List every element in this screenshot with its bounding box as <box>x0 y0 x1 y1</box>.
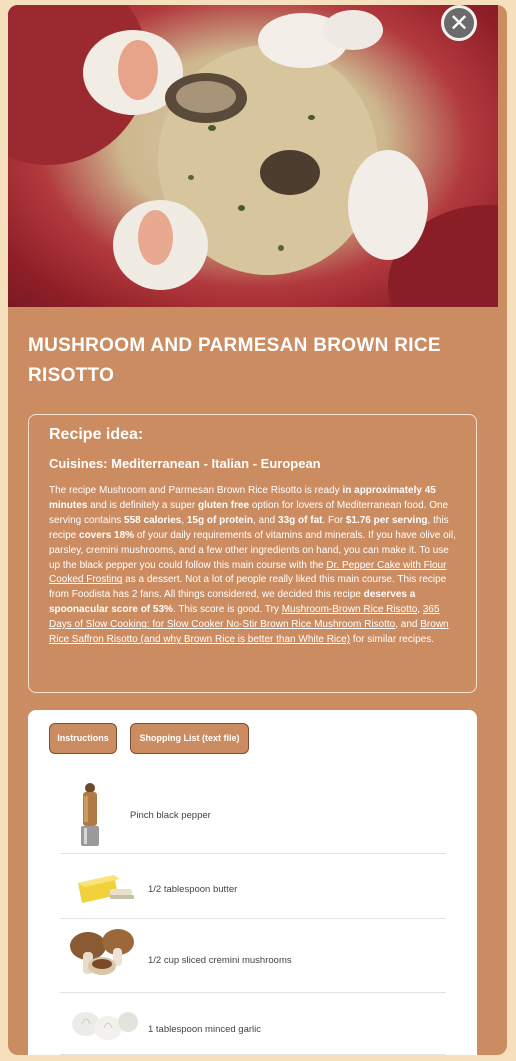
related-recipe-link[interactable]: Mushroom-Brown Rice Risotto <box>282 604 418 615</box>
summary-highlight: 558 calories <box>124 514 182 526</box>
close-icon: ✕ <box>448 9 470 37</box>
recipe-modal: ✕ MUSHROOM AND PARMESAN BROWN RICE RISOT… <box>8 5 507 1055</box>
garlic-image <box>72 1012 138 1040</box>
ingredient-label: 1/2 tablespoon butter <box>148 884 238 895</box>
shopping-list-button[interactable]: Shopping List (text file) <box>130 723 249 754</box>
recipe-title: MUSHROOM AND PARMESAN BROWN RICE RISOTTO <box>28 335 441 386</box>
recipe-idea-box: Recipe idea: Cuisines: Mediterranean - I… <box>28 414 477 693</box>
pepper-grinder-image <box>81 783 99 846</box>
summary-highlight: 15g of protein <box>186 514 253 526</box>
ingredient-item: 1/2 tablespoon butter <box>60 853 446 919</box>
ingredient-label: 1/2 cup sliced cremini mushrooms <box>148 955 292 966</box>
mushrooms-image <box>70 929 134 975</box>
butter-image <box>78 875 134 903</box>
ingredient-item: Pinch black pepper <box>60 772 446 854</box>
summary-highlight: covers 18% <box>79 529 135 541</box>
summary-highlight: 33g of fat <box>278 514 323 526</box>
ingredient-item: 1 tablespoon minced garlic <box>60 992 446 1055</box>
recipe-photo <box>8 5 498 307</box>
summary-text: for similar recipes. <box>350 634 434 646</box>
ingredient-label: Pinch black pepper <box>130 810 211 821</box>
summary-text: , and <box>395 619 421 631</box>
ingredient-item: 1/2 cup sliced cremini mushrooms <box>60 918 446 993</box>
summary-text: , and <box>253 514 279 526</box>
summary-text: . This score is good. Try <box>172 604 282 616</box>
summary-text: and is definitely a super <box>87 499 198 511</box>
summary-highlight: gluten free <box>197 499 250 511</box>
recipe-idea-heading: Recipe idea: <box>49 426 144 443</box>
instructions-button[interactable]: Instructions <box>49 723 117 754</box>
recipe-summary: The recipe Mushroom and Parmesan Brown R… <box>49 484 459 648</box>
ingredients-panel: Instructions Shopping List (text file) P… <box>28 710 477 1055</box>
ingredient-label: 1 tablespoon minced garlic <box>148 1024 262 1035</box>
summary-highlight: $1.76 per serving <box>345 514 428 526</box>
summary-text: . For <box>322 514 346 526</box>
summary-text: The recipe Mushroom and Parmesan Brown R… <box>49 485 343 496</box>
cuisines-label: Cuisines: Mediterranean - Italian - Euro… <box>49 456 321 471</box>
close-button[interactable]: ✕ <box>441 5 477 41</box>
